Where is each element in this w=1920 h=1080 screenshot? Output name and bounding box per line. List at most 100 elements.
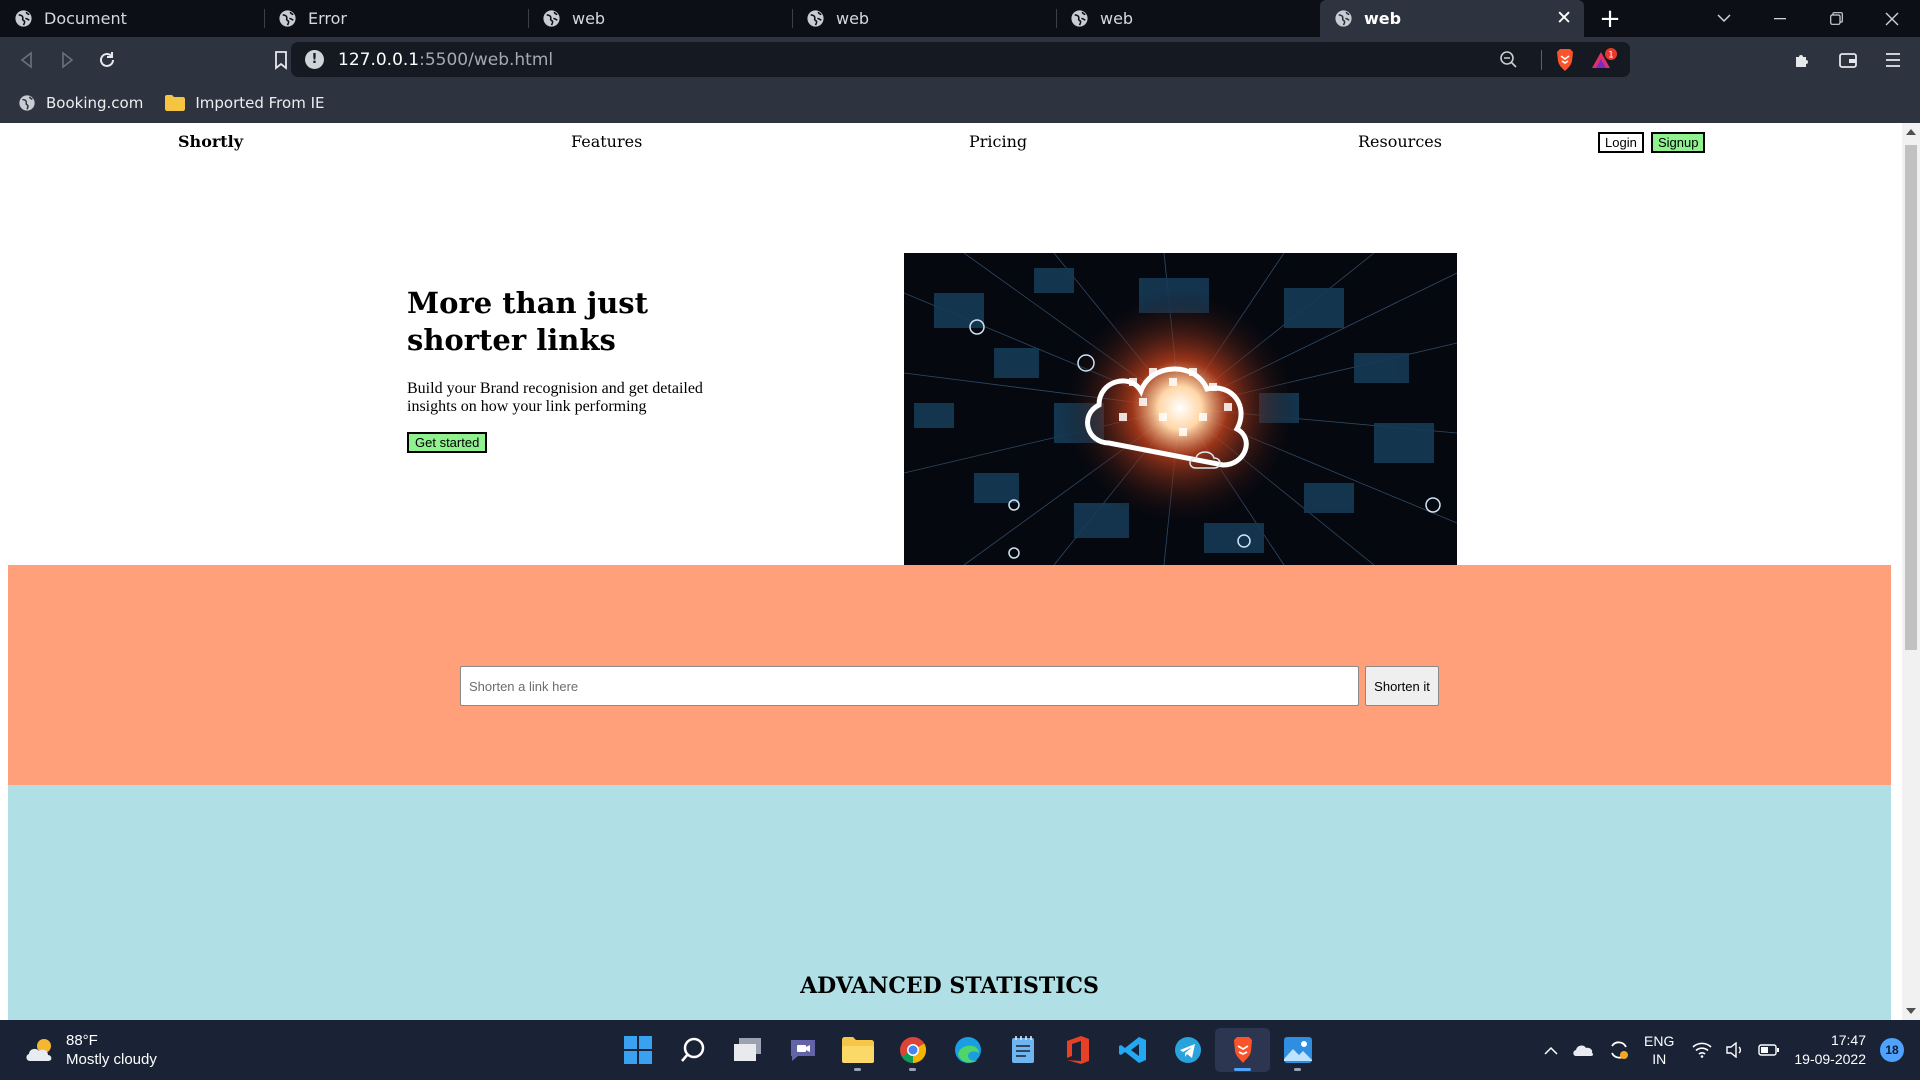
photos-icon [1283,1037,1312,1063]
nav-link-pricing[interactable]: Pricing [969,132,1027,151]
page-scrollbar[interactable] [1902,123,1920,1020]
tab-bar: Document Error web web web web ✕ + [0,0,1920,37]
running-indicator [1294,1068,1301,1071]
bookmark-icon [275,51,287,70]
language-region: IN [1652,1051,1667,1067]
tab-title: web [1100,9,1134,28]
vscode-icon [1118,1037,1146,1063]
tab-title: web [836,9,870,28]
hero-image [904,253,1457,565]
volume-icon[interactable] [1726,1042,1744,1058]
url-path: :5500/web.html [419,49,554,70]
scroll-down-arrow-icon[interactable] [1906,1008,1916,1014]
shorten-section: Shorten it [8,565,1891,785]
shorten-link-input[interactable] [460,666,1359,706]
wallet-button[interactable] [1826,41,1869,79]
onedrive-icon[interactable] [1572,1043,1594,1057]
search-icon [680,1037,704,1062]
task-view[interactable] [720,1028,775,1072]
brave[interactable] [1215,1028,1270,1072]
nav-link-features[interactable]: Features [571,132,642,151]
menu-button[interactable] [1871,41,1914,79]
wifi-icon[interactable] [1692,1042,1712,1058]
tray-overflow-chevron-icon[interactable] [1544,1046,1558,1055]
office[interactable] [1050,1028,1105,1072]
globe-icon [543,10,560,27]
brave-shields-icon[interactable] [1554,48,1576,72]
get-started-button[interactable]: Get started [407,432,488,453]
battery-icon[interactable] [1758,1044,1780,1056]
brave-icon [1233,1037,1252,1063]
tab-web-active[interactable]: web ✕ [1320,0,1584,37]
scroll-up-arrow-icon[interactable] [1906,129,1916,135]
start-button[interactable] [610,1028,665,1072]
globe-icon [1335,10,1352,27]
clock[interactable]: 17:47 19-09-2022 [1794,1031,1866,1069]
notepad[interactable] [995,1028,1050,1072]
site-info-icon[interactable]: ! [305,50,324,69]
extensions-button[interactable] [1781,41,1824,79]
file-explorer[interactable] [830,1028,885,1072]
url-text[interactable]: 127.0.0.1:5500/web.html [338,50,553,70]
chrome[interactable] [885,1028,940,1072]
shorten-it-button[interactable]: Shorten it [1365,666,1439,706]
brave-rewards-icon[interactable]: 1 [1590,48,1618,72]
notepad-icon [1011,1036,1034,1063]
back-icon [20,51,32,69]
signup-button[interactable]: Signup [1651,132,1706,153]
chrome-icon [899,1037,926,1064]
mostly-cloudy-icon [26,1039,52,1061]
statistics-section: ADVANCED STATISTICS [8,785,1891,1020]
tab-error[interactable]: Error [264,0,528,37]
clock-time: 17:47 [1830,1032,1866,1048]
scrollbar-thumb[interactable] [1905,145,1917,650]
tab-title: web [572,9,606,28]
tab-document[interactable]: Document [0,0,264,37]
close-window-button[interactable] [1864,0,1920,37]
reload-button[interactable] [88,41,126,79]
edge[interactable] [940,1028,995,1072]
rewards-badge-count: 1 [1608,51,1614,61]
bookmark-folder-imported[interactable]: Imported From IE [165,94,324,112]
page-viewport: Shortly Features Pricing Resources Login… [0,123,1920,1020]
tab-search-chevron-icon[interactable] [1696,0,1752,37]
forward-button[interactable] [48,41,86,79]
teams-chat[interactable] [775,1028,830,1072]
office-icon [1066,1036,1089,1064]
minimize-button[interactable] [1752,0,1808,37]
tab-web-2[interactable]: web [792,0,1056,37]
tab-title: Error [308,9,347,28]
cloud-network-illustration [904,253,1457,565]
close-tab-icon[interactable]: ✕ [1556,9,1572,28]
notification-badge[interactable]: 18 [1880,1038,1904,1062]
sync-icon[interactable] [1608,1039,1630,1061]
teams-chat-icon [790,1040,815,1061]
tab-title: web [1364,9,1402,28]
nav-link-resources[interactable]: Resources [1358,132,1442,151]
weather-widget[interactable]: 88°F Mostly cloudy [24,1031,157,1069]
globe-icon [1071,10,1088,27]
globe-icon [279,10,296,27]
bookmark-booking[interactable]: Booking.com [18,94,143,112]
browser-toolbar: ! 127.0.0.1:5500/web.html 1 [0,37,1920,83]
photos[interactable] [1270,1028,1325,1072]
taskbar-search[interactable] [665,1028,720,1072]
puzzle-icon [1795,55,1808,67]
language-indicator[interactable]: ENG IN [1644,1032,1674,1068]
vscode[interactable] [1105,1028,1160,1072]
tab-web-3[interactable]: web [1056,0,1320,37]
new-tab-button[interactable]: + [1584,0,1636,37]
tab-web-1[interactable]: web [528,0,792,37]
address-bar[interactable]: ! 127.0.0.1:5500/web.html 1 [291,42,1630,77]
bookmark-label: Booking.com [46,94,144,112]
zoom-icon[interactable] [1499,50,1518,69]
wallet-icon [1838,53,1857,68]
login-button[interactable]: Login [1598,132,1644,153]
back-button[interactable] [8,41,46,79]
restore-button[interactable] [1808,0,1864,37]
telegram[interactable] [1160,1028,1215,1072]
site-logo[interactable]: Shortly [178,132,243,151]
weather-temperature: 88°F [66,1032,98,1049]
telegram-icon [1174,1037,1201,1063]
clock-date: 19-09-2022 [1794,1051,1866,1067]
